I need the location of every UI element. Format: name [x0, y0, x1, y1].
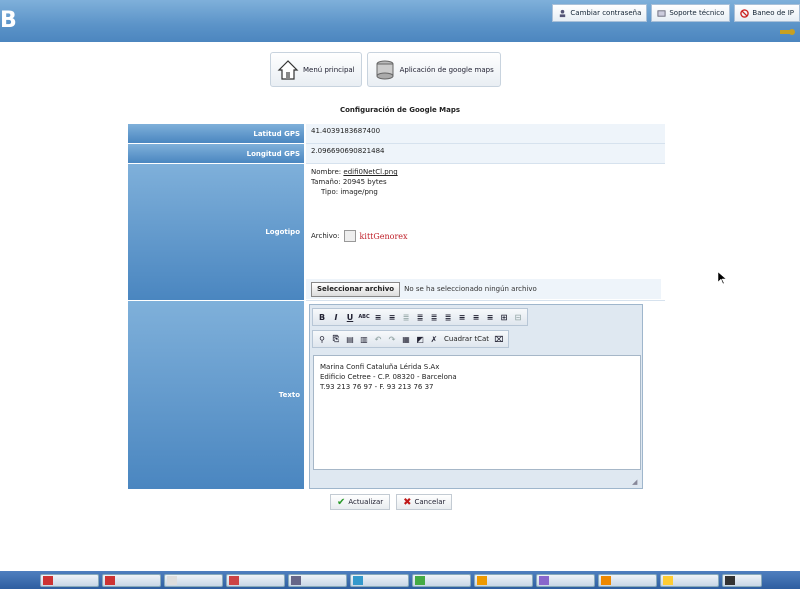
latitude-row: Latitud GPS 41.4039183687400 — [128, 124, 665, 144]
file-status: No se ha seleccionado ningún archivo — [404, 285, 537, 293]
preview-thumbnail — [343, 230, 356, 242]
latitude-label: Latitud GPS — [128, 124, 304, 144]
align-right-button[interactable]: ≡ — [456, 311, 468, 323]
taskbar-item[interactable] — [102, 573, 161, 587]
taskbar-item[interactable] — [598, 573, 657, 587]
taskbar-item[interactable] — [288, 573, 347, 587]
link-icon[interactable]: ⚲ — [316, 333, 328, 345]
logo-size: Tamaño: 20945 bytes — [311, 178, 387, 186]
logo-filename-prefix: Nombre: — [311, 168, 344, 176]
undo-icon[interactable]: ↶ — [372, 333, 384, 345]
support-link[interactable]: Soporte técnico — [651, 4, 731, 22]
home-icon — [277, 59, 299, 80]
preview-label: Archivo: — [311, 232, 340, 240]
latitude-field[interactable]: 41.4039183687400 — [306, 124, 665, 144]
strikethrough-button[interactable]: ABC — [358, 311, 370, 323]
database-icon — [376, 60, 394, 79]
remove-format-icon[interactable]: ✗ — [428, 333, 440, 345]
choose-file-button[interactable]: Seleccionar archivo — [311, 281, 401, 297]
find-icon[interactable]: ▦ — [400, 333, 412, 345]
taskbar-item[interactable] — [474, 573, 533, 587]
change-password-label: Cambiar contraseña — [570, 9, 642, 17]
support-icon — [657, 9, 666, 17]
logo-label: Logotipo — [128, 164, 304, 301]
update-button[interactable]: ✔ Actualizar — [330, 494, 391, 510]
resize-handle-icon[interactable]: ◢ — [632, 478, 640, 486]
change-password-link[interactable]: Cambiar contraseña — [552, 4, 648, 22]
redo-icon[interactable]: ↷ — [386, 333, 398, 345]
taskbar-item[interactable] — [40, 573, 99, 587]
editor-content[interactable]: Marina Confi Cataluña Lérida S.Ax Edific… — [313, 355, 641, 470]
editor-toolbar-1: B I U ABC ≡ ≡ ≣ ≣ ≣ ≣ ≡ ≡ ≡ ⊞ ⊟ — [312, 308, 528, 326]
rich-text-editor: B I U ABC ≡ ≡ ≣ ≣ ≣ ≣ ≡ ≡ ≡ ⊞ ⊟ ⚲ ⎘ ▤ ▥ … — [309, 304, 643, 489]
taskbar-item[interactable] — [164, 573, 223, 587]
longitude-label: Longitud GPS — [128, 144, 304, 164]
hr-button[interactable]: ≡ — [484, 311, 496, 323]
file-upload-row: Seleccionar archivo No se ha seleccionad… — [306, 279, 661, 299]
copy-icon[interactable]: ⎘ — [330, 333, 342, 345]
editor-toolbar-2: ⚲ ⎘ ▤ ▥ ↶ ↷ ▦ ◩ ✗ Cuadrar tCat ⌧ — [312, 330, 509, 348]
cancel-label: Cancelar — [414, 498, 446, 506]
update-label: Actualizar — [348, 498, 384, 506]
longitude-field[interactable]: 2.096690690821484 — [306, 144, 665, 164]
bold-button[interactable]: B — [316, 311, 328, 323]
taskbar-item[interactable] — [722, 573, 762, 587]
taskbar-item[interactable] — [412, 573, 471, 587]
underline-button[interactable]: U — [344, 311, 356, 323]
key-icon[interactable] — [776, 26, 800, 38]
editor-line: Edificio Cetree - C.P. 08320 - Barcelona — [320, 373, 457, 381]
google-maps-app-label: Aplicación de google maps — [399, 65, 494, 74]
table-button[interactable]: ⊞ — [498, 311, 510, 323]
taskbar-item[interactable] — [350, 573, 409, 587]
main-menu-button[interactable]: Menú principal — [270, 52, 362, 87]
logo-preview: Archivo: kittGenorex — [311, 230, 408, 242]
longitude-row: Longitud GPS 2.096690690821484 — [128, 144, 665, 164]
ip-ban-label: Baneo de IP — [752, 9, 794, 17]
google-maps-app-button[interactable]: Aplicación de google maps — [366, 52, 501, 87]
logo-type: Tipo: image/png — [321, 188, 378, 196]
align-left-button[interactable]: ≣ — [428, 311, 440, 323]
cancel-button[interactable]: ✖ Cancelar — [396, 494, 453, 510]
page-title: Configuración de Google Maps — [339, 106, 461, 114]
eraser-icon[interactable]: ◩ — [414, 333, 426, 345]
ip-ban-link[interactable]: Baneo de IP — [734, 4, 800, 22]
close-icon: ✖ — [403, 496, 412, 508]
taskbar-item[interactable] — [660, 573, 719, 587]
source-code-icon[interactable]: ⌧ — [493, 333, 505, 345]
maps-config-form: Latitud GPS 41.4039183687400 Longitud GP… — [128, 124, 665, 490]
italic-button[interactable]: I — [330, 311, 342, 323]
taskbar-item[interactable] — [226, 573, 285, 587]
main-nav: Menú principal Aplicación de google maps — [270, 52, 501, 87]
indent-button[interactable]: ≣ — [414, 311, 426, 323]
toolbar-text-control[interactable]: Cuadrar tCat — [442, 335, 491, 343]
taskbar-item[interactable] — [536, 573, 595, 587]
align-justify-button[interactable]: ≡ — [470, 311, 482, 323]
check-icon: ✔ — [337, 496, 346, 508]
paste-text-icon[interactable]: ▥ — [358, 333, 370, 345]
text-label: Texto — [128, 301, 304, 490]
header-links: Cambiar contraseña Soporte técnico Baneo… — [552, 4, 800, 22]
editor-line: T.93 213 76 97 - F. 93 213 76 37 — [320, 383, 434, 391]
bullet-list-button[interactable]: ≡ — [372, 311, 384, 323]
mouse-cursor-icon — [718, 272, 726, 284]
logo-filename-line: Nombre: edifi0NetCl.png — [311, 167, 660, 177]
form-actions: ✔ Actualizar ✖ Cancelar — [330, 494, 453, 510]
editor-line: Marina Confi Cataluña Lérida S.Ax — [320, 363, 440, 371]
align-center-button[interactable]: ≣ — [442, 311, 454, 323]
app-logo: B — [0, 8, 17, 33]
image-button[interactable]: ⊟ — [512, 311, 524, 323]
preview-brand: kittGenorex — [359, 231, 408, 241]
top-header: B Cambiar contraseña Soporte técnico Ban… — [0, 0, 800, 42]
outdent-button[interactable]: ≣ — [400, 311, 412, 323]
os-taskbar — [0, 571, 800, 589]
support-label: Soporte técnico — [669, 9, 725, 17]
user-key-icon — [560, 9, 566, 17]
logo-filename-link[interactable]: edifi0NetCl.png — [343, 168, 397, 176]
paste-icon[interactable]: ▤ — [344, 333, 356, 345]
main-menu-label: Menú principal — [303, 65, 355, 74]
numbered-list-button[interactable]: ≡ — [386, 311, 398, 323]
ban-icon — [740, 8, 750, 18]
